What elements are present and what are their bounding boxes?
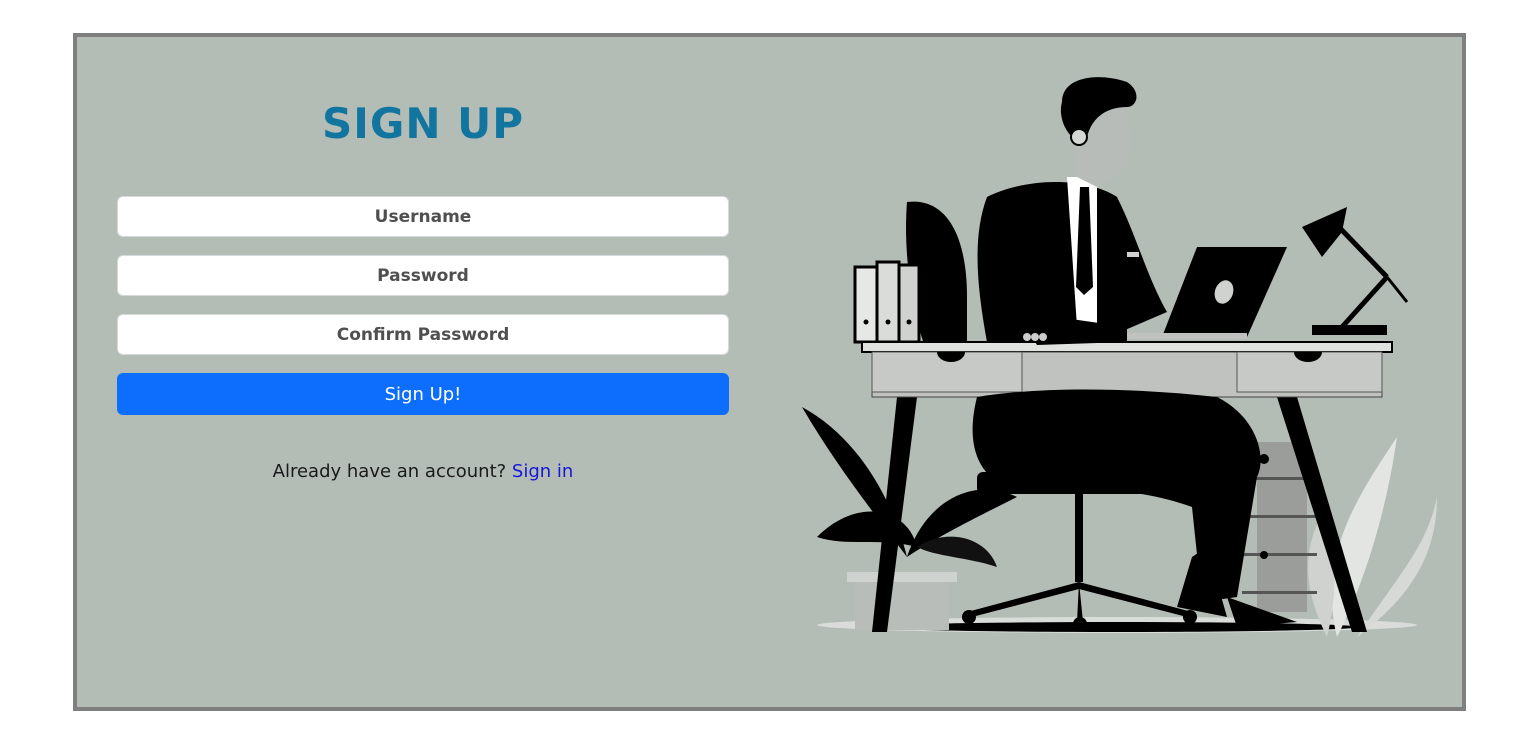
signup-form: SIGN UP Sign Up! Already have an account… <box>117 37 729 707</box>
password-input[interactable] <box>117 255 729 296</box>
signin-prompt-row: Already have an account? Sign in <box>117 461 729 482</box>
signup-panel: SIGN UP Sign Up! Already have an account… <box>73 33 1466 711</box>
binders-icon <box>853 260 921 344</box>
sign-up-button[interactable]: Sign Up! <box>117 373 729 415</box>
username-input[interactable] <box>117 196 729 237</box>
businessman-at-desk-illustration <box>802 77 1437 637</box>
signin-link[interactable]: Sign in <box>512 461 573 482</box>
person-head-icon <box>1060 77 1137 187</box>
page-title: SIGN UP <box>321 99 524 148</box>
desk-lamp-icon <box>1302 207 1409 335</box>
confirm-password-input[interactable] <box>117 314 729 355</box>
signin-prompt-text: Already have an account? <box>272 461 512 482</box>
